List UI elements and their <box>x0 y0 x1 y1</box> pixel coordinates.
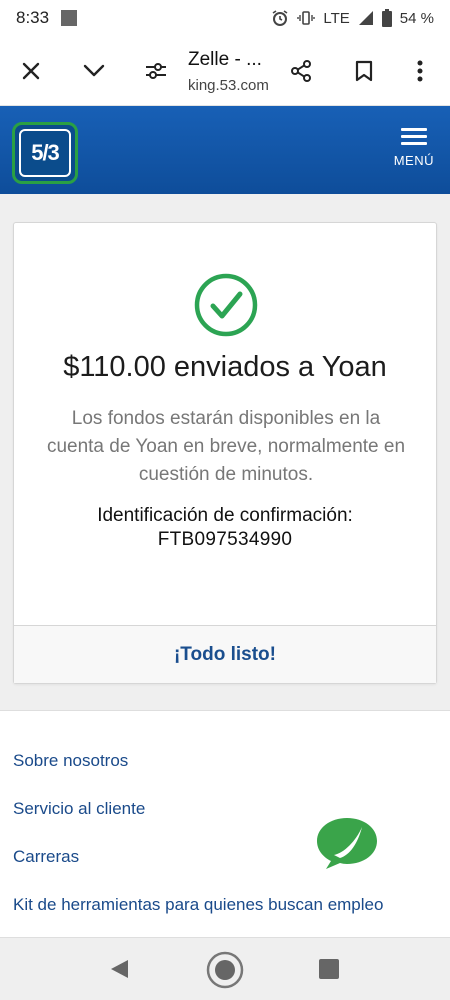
menu-label: MENÚ <box>393 153 434 168</box>
network-type: LTE <box>323 9 350 27</box>
close-icon <box>22 62 40 80</box>
menu-button[interactable]: MENÚ <box>394 124 434 168</box>
site-footer: Sobre nosotros Servicio al cliente Carre… <box>0 710 450 938</box>
system-nav-bar <box>0 938 450 1000</box>
done-button-label: ¡Todo listo! <box>173 643 276 665</box>
chat-bubble-icon[interactable] <box>314 815 380 871</box>
status-bar: 8:33 LTE 54 % <box>0 0 450 36</box>
page-url[interactable]: king.53.com <box>188 77 269 94</box>
bookmark-icon <box>355 60 373 82</box>
footer-link-careers[interactable]: Carreras <box>13 847 79 867</box>
confirmation-id-label: Identificación de confirmación: <box>97 505 353 526</box>
availability-message: Los fondos estarán disponibles en la cue… <box>46 408 406 485</box>
check-circle-icon <box>194 273 258 337</box>
confirmation-card: $110.00 enviados a Yoan Los fondos estar… <box>13 222 437 684</box>
vibrate-icon <box>297 11 316 25</box>
share-button[interactable] <box>279 49 323 93</box>
battery-icon <box>381 9 392 27</box>
battery-level: 54 % <box>399 9 434 27</box>
more-options-button[interactable] <box>398 49 442 93</box>
recent-apps-icon[interactable] <box>319 959 339 979</box>
amount-sent-heading: $110.00 enviados a Yoan <box>63 351 387 383</box>
done-button[interactable]: ¡Todo listo! <box>14 625 436 683</box>
bank-header: 5/3 MENÚ <box>0 106 450 194</box>
home-icon[interactable] <box>205 950 245 990</box>
page-title: Zelle - ... <box>188 49 262 70</box>
bank-logo[interactable]: 5/3 <box>12 122 78 184</box>
alarm-icon <box>272 10 288 26</box>
hamburger-icon <box>400 124 427 149</box>
bookmark-button[interactable] <box>342 49 386 93</box>
chevron-down-icon <box>83 64 105 77</box>
signal-icon <box>358 11 373 25</box>
notification-icon <box>61 10 78 26</box>
status-indicators: LTE 54 % <box>271 9 434 27</box>
close-tab-button[interactable] <box>9 49 53 93</box>
site-settings-button[interactable] <box>134 49 178 93</box>
tune-icon <box>146 63 166 79</box>
more-vert-icon <box>417 60 423 82</box>
footer-link-job-toolkit[interactable]: Kit de herramientas para quienes buscan … <box>13 895 383 915</box>
footer-link-about[interactable]: Sobre nosotros <box>13 751 128 771</box>
share-icon <box>291 60 311 82</box>
footer-link-customer-service[interactable]: Servicio al cliente <box>13 799 145 819</box>
status-time: 8:33 <box>16 8 50 27</box>
collapse-button[interactable] <box>72 49 116 93</box>
logo-mark: 5/3 <box>19 129 71 177</box>
confirmation-id-value: FTB097534990 <box>157 529 293 550</box>
browser-toolbar: Zelle - ... king.53.com <box>0 36 450 106</box>
back-icon[interactable] <box>108 958 130 980</box>
